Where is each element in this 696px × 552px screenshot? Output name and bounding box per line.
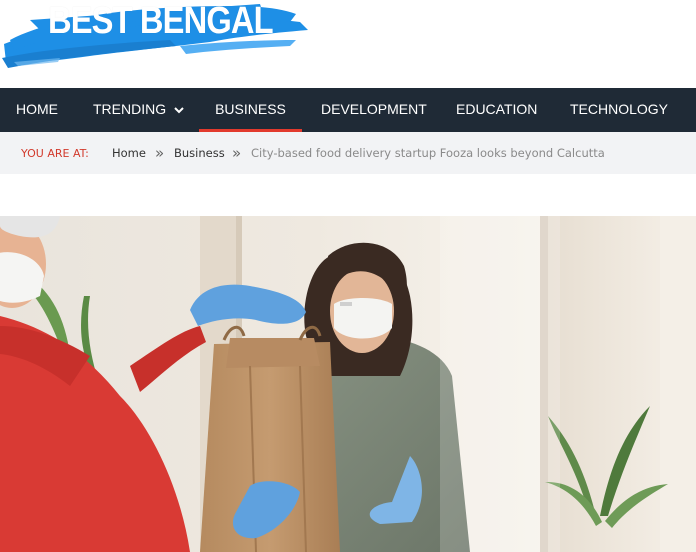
featured-image <box>0 216 696 552</box>
chevron-down-icon <box>174 107 184 114</box>
site-logo[interactable]: BEST BENGAL <box>0 0 312 72</box>
breadcrumb: YOU ARE AT: Home » Business » City-based… <box>0 132 696 174</box>
breadcrumb-lead: YOU ARE AT: <box>21 147 89 160</box>
breadcrumb-current: City-based food delivery startup Fooza l… <box>251 146 605 160</box>
nav-item-technology[interactable]: TECHNOLOGY <box>570 88 668 132</box>
breadcrumb-home-link[interactable]: Home <box>112 132 146 174</box>
site-header: BEST BENGAL <box>0 0 696 88</box>
nav-item-label: DEVELOPMENT <box>321 101 427 117</box>
nav-item-label: TECHNOLOGY <box>570 101 669 117</box>
breadcrumb-category-link[interactable]: Business <box>174 132 225 174</box>
nav-item-label: EDUCATION <box>456 101 538 117</box>
nav-item-label: TRENDING <box>93 101 167 117</box>
nav-item-home[interactable]: HOME <box>16 88 58 132</box>
double-chevron-right-icon: » <box>155 144 165 162</box>
nav-item-trending[interactable]: TRENDING <box>93 88 184 132</box>
nav-item-business[interactable]: BUSINESS <box>199 88 302 132</box>
nav-item-label: HOME <box>16 101 58 117</box>
main-nav: HOME TRENDING BUSINESS DEVELOPMENT EDUCA… <box>0 88 696 132</box>
double-chevron-right-icon: » <box>232 144 242 162</box>
logo-text: BEST BENGAL <box>48 0 274 42</box>
delivery-photo-illustration <box>0 216 696 552</box>
nav-item-development[interactable]: DEVELOPMENT <box>321 88 427 132</box>
nav-item-education[interactable]: EDUCATION <box>456 88 537 132</box>
nav-item-label: BUSINESS <box>215 101 286 117</box>
